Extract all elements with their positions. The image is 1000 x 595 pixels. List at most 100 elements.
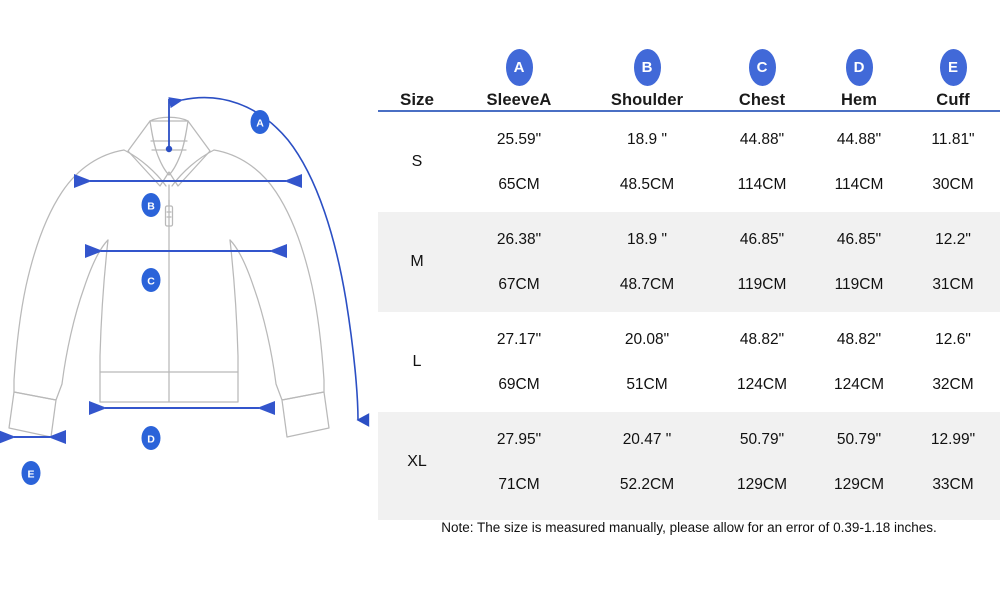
value-cm: 48.5CM: [619, 175, 675, 193]
badge-d-icon: D: [845, 49, 873, 86]
cell-hem: 48.82" 124CM: [812, 312, 906, 412]
cell-hem: 44.88" 114CM: [812, 111, 906, 212]
value-inch: 12.6": [935, 330, 971, 348]
diagram-badge-d-label: D: [147, 434, 155, 446]
cell-sleevea: 27.95" 71CM: [456, 412, 582, 512]
value-cm: 119CM: [834, 275, 884, 293]
header-sleevea: A SleeveA: [456, 0, 582, 112]
size-table-panel: Size A SleeveA B Shoulder C Chest D Hem …: [378, 0, 1000, 595]
table-row: L 27.17" 69CM 20.08" 51CM 48.82" 124CM 4…: [378, 312, 1000, 412]
row-size-label: S: [411, 153, 423, 170]
jacket-diagram-svg: A B C D E: [0, 96, 370, 485]
value-cm: 51CM: [626, 375, 668, 393]
table-row: XL 27.95" 71CM 20.47 " 52.2CM 50.79" 129…: [378, 412, 1000, 512]
value-inch: 20.47 ": [622, 430, 672, 448]
value-cm: 48.7CM: [619, 275, 675, 293]
measurement-note: Note: The size is measured manually, ple…: [441, 520, 937, 535]
header-chest-label: Chest: [738, 91, 786, 109]
row-size-label: M: [378, 212, 456, 312]
value-cm: 124CM: [737, 375, 787, 393]
diagram-badge-a-label: A: [256, 118, 264, 130]
cell-chest: 44.88" 114CM: [712, 111, 812, 212]
value-cm: 31CM: [932, 275, 974, 293]
value-cm: 129CM: [737, 475, 787, 493]
header-cuff-label: Cuff: [936, 91, 970, 109]
cell-chest: 46.85" 119CM: [712, 212, 812, 312]
value-cm: 52.2CM: [619, 475, 675, 493]
value-cm: 30CM: [932, 175, 974, 193]
value-cm: 32CM: [932, 375, 974, 393]
value-cm: 119CM: [737, 275, 787, 293]
table-row: S 25.59" 65CM 18.9 " 48.5CM 44.88" 114CM…: [378, 111, 1000, 212]
value-cm: 114CM: [737, 175, 787, 193]
header-row: Size A SleeveA B Shoulder C Chest D Hem …: [378, 0, 1000, 112]
value-cm: 67CM: [498, 275, 540, 293]
cell-hem: 46.85" 119CM: [812, 212, 906, 312]
value-inch: 26.38": [496, 230, 542, 248]
jacket-diagram-panel: A B C D E: [0, 0, 380, 595]
diagram-badge-e: E: [21, 461, 41, 485]
value-inch: 20.08": [624, 330, 670, 348]
value-inch: 44.88": [739, 130, 785, 148]
cell-chest: 48.82" 124CM: [712, 312, 812, 412]
value-inch: 18.9 ": [627, 230, 667, 248]
value-inch: 18.9 ": [627, 130, 667, 148]
badge-b-icon: B: [633, 49, 661, 86]
value-inch: 11.81": [931, 130, 975, 148]
value-inch: 46.85": [739, 230, 785, 248]
cell-chest: 50.79" 129CM: [712, 412, 812, 512]
cell-cuff: 11.81" 30CM: [906, 111, 1000, 212]
header-hem-label: Hem: [840, 91, 878, 109]
cell-shoulder: 18.9 " 48.5CM: [582, 111, 712, 212]
diagram-badge-e-label: E: [27, 469, 34, 481]
header-shoulder: B Shoulder: [582, 0, 712, 112]
diagram-badge-a: A: [250, 110, 270, 134]
header-sleevea-label: SleeveA: [486, 91, 552, 109]
value-cm: 33CM: [932, 475, 974, 493]
cell-hem: 50.79" 129CM: [812, 412, 906, 512]
value-inch: 46.85": [836, 230, 882, 248]
diagram-badge-c: C: [141, 268, 161, 292]
row-size-label: XL: [378, 412, 456, 512]
header-shoulder-label: Shoulder: [610, 91, 684, 109]
row-size-label: L: [412, 353, 422, 370]
header-hem: D Hem: [812, 0, 906, 112]
cell-cuff: 12.6" 32CM: [906, 312, 1000, 412]
diagram-badge-b: B: [141, 193, 161, 217]
cell-shoulder: 18.9 " 48.7CM: [582, 212, 712, 312]
header-cuff: E Cuff: [906, 0, 1000, 112]
cell-cuff: 12.99" 33CM: [906, 412, 1000, 512]
value-cm: 69CM: [498, 375, 540, 393]
value-cm: 65CM: [498, 175, 540, 193]
value-cm: 129CM: [834, 475, 884, 493]
header-size: Size: [378, 0, 456, 112]
value-cm: 114CM: [834, 175, 884, 193]
cell-cuff: 12.2" 31CM: [906, 212, 1000, 312]
table-row: M 26.38" 67CM 18.9 " 48.7CM 46.85" 119CM…: [378, 212, 1000, 312]
jacket-outline: [8, 116, 330, 438]
badge-c-icon: C: [748, 49, 776, 86]
value-inch: 44.88": [836, 130, 882, 148]
header-chest: C Chest: [712, 0, 812, 112]
value-inch: 27.17": [496, 330, 542, 348]
size-table-body: S 25.59" 65CM 18.9 " 48.5CM 44.88" 114CM…: [378, 111, 1000, 512]
diagram-badge-d: D: [141, 426, 161, 450]
value-inch: 12.99": [930, 430, 976, 448]
diagram-badge-b-label: B: [147, 201, 155, 213]
size-table: Size A SleeveA B Shoulder C Chest D Hem …: [378, 0, 1000, 512]
value-inch: 48.82": [739, 330, 785, 348]
value-inch: 50.79": [739, 430, 785, 448]
size-chart-page: A B C D E Size A SleeveA B Shoulder C Ch…: [0, 0, 1000, 595]
badge-e-icon: E: [939, 49, 967, 86]
value-inch: 25.59": [496, 130, 542, 148]
cell-sleevea: 26.38" 67CM: [456, 212, 582, 312]
cell-sleevea: 27.17" 69CM: [456, 312, 582, 412]
value-inch: 48.82": [836, 330, 882, 348]
value-inch: 12.2": [935, 230, 971, 248]
measure-point-a: [165, 145, 173, 153]
size-table-head: Size A SleeveA B Shoulder C Chest D Hem …: [378, 0, 1000, 112]
cell-shoulder: 20.47 " 52.2CM: [582, 412, 712, 512]
diagram-badge-c-label: C: [147, 276, 155, 288]
cell-shoulder: 20.08" 51CM: [582, 312, 712, 412]
cell-sleevea: 25.59" 65CM: [456, 111, 582, 212]
